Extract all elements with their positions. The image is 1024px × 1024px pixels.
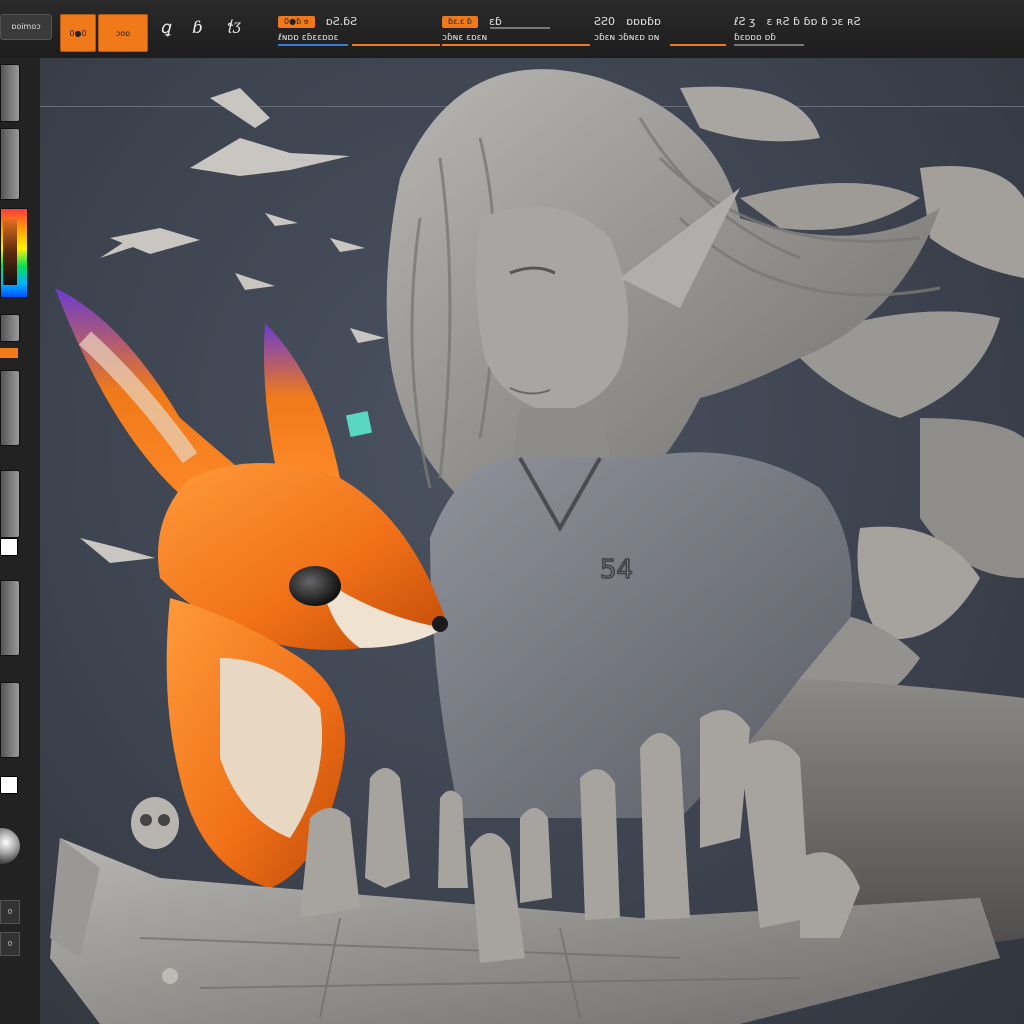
stroke-tool-icon[interactable]: ꝗ	[160, 18, 171, 38]
draw-size-group: 0●ɓ ɘ ɒƧ.ɓƧ ℓɴɒɒ ɛɓɛɛɒɒɛ	[278, 12, 448, 52]
material-sphere-icon[interactable]	[0, 828, 20, 864]
edit-mode-button[interactable]: ɔoɒ	[98, 14, 148, 52]
color-swatch[interactable]	[3, 219, 17, 285]
stats-label: ɛ ʀƧ ɓ ɓɒ ɓ ɔɛ ʀƧ	[766, 15, 861, 28]
fox-nose	[432, 616, 448, 632]
focal-shift-chip[interactable]: ɓɛ.ɛ ɓ	[442, 16, 478, 28]
stroke-thumbnail[interactable]	[0, 128, 20, 200]
shirt-number: 54	[600, 555, 633, 585]
sidebar-button-2[interactable]: 0	[0, 932, 20, 956]
color-picker[interactable]	[0, 208, 28, 298]
intensity-chip[interactable]: ƧƧ0	[594, 16, 615, 28]
stats-chip: ℓƧ ʒ	[734, 15, 756, 28]
fox-eye	[289, 566, 341, 606]
brush-mode-button[interactable]: 0●0	[60, 14, 96, 52]
intensity-group: ƧƧ0 ɒɒɒɓɒ ɔɓɛɴ ɔɓɴɛɒ ɒɴ	[594, 12, 734, 52]
3d-viewport[interactable]: 54	[40, 58, 1024, 1024]
focal-shift-track[interactable]	[490, 27, 550, 29]
focal-shift-sublabel: ɔɓɴɛ ɛɒɛɴ	[442, 33, 488, 43]
stats-group: ℓƧ ʒ ɛ ʀƧ ɓ ɓɒ ɓ ɔɛ ʀƧ ɓɛɒɒɒ ɒɓ	[734, 12, 1004, 52]
intensity-slider[interactable]	[670, 44, 726, 46]
skull-sculpture	[131, 797, 179, 849]
subtool-thumbnail[interactable]	[0, 682, 20, 758]
focal-shift-group: ɓɛ.ɛ ɓ ɛɓ ɔɓɴɛ ɛɒɛɴ	[442, 12, 592, 52]
stats-track	[734, 44, 804, 46]
signature-tool-icon[interactable]: ꞎʒ	[226, 18, 241, 34]
main-menu-button[interactable]: ɒoimoɔ	[0, 14, 52, 40]
brush-thumbnail[interactable]	[0, 64, 20, 122]
main-color-swatch[interactable]	[0, 538, 18, 556]
active-indicator	[0, 348, 18, 358]
sculpt-tool-icon[interactable]: ɓ	[192, 18, 203, 38]
stats-sublabel: ɓɛɒɒɒ ɒɓ	[734, 33, 777, 43]
clay-ball	[162, 968, 178, 984]
draw-size-fill[interactable]	[278, 44, 348, 46]
edit-mode-label: ɔoɒ	[115, 28, 131, 38]
draw-size-chip[interactable]: 0●ɓ ɘ	[278, 16, 315, 28]
top-toolbar: ɒoimoɔ 0●0 ɔoɒ ꝗ ɓ ꞎʒ 0●ɓ ɘ ɒƧ.ɓƧ ℓɴɒɒ ɛ…	[0, 0, 1024, 60]
alpha-thumbnail[interactable]	[0, 314, 20, 342]
secondary-color-swatch[interactable]	[0, 776, 18, 794]
sculpt-scene[interactable]: 54	[40, 58, 1024, 1024]
layer-thumbnail[interactable]	[0, 580, 20, 656]
brush-mode-label: 0●0	[69, 28, 87, 38]
draw-size-label: ɒƧ.ɓƧ	[325, 15, 358, 28]
intensity-sublabel: ɔɓɛɴ ɔɓɴɛɒ ɒɴ	[594, 33, 660, 43]
focal-shift-slider[interactable]	[442, 44, 590, 46]
intensity-label: ɒɒɒɓɒ	[626, 15, 661, 28]
left-tool-shelf: 0 0	[0, 58, 42, 1024]
floating-gem	[345, 410, 373, 438]
material-thumbnail[interactable]	[0, 470, 20, 538]
texture-thumbnail[interactable]	[0, 370, 20, 446]
draw-size-slider[interactable]	[352, 44, 440, 46]
sidebar-button-1[interactable]: 0	[0, 900, 20, 924]
draw-size-sublabel: ℓɴɒɒ ɛɓɛɛɒɒɛ	[278, 33, 339, 43]
